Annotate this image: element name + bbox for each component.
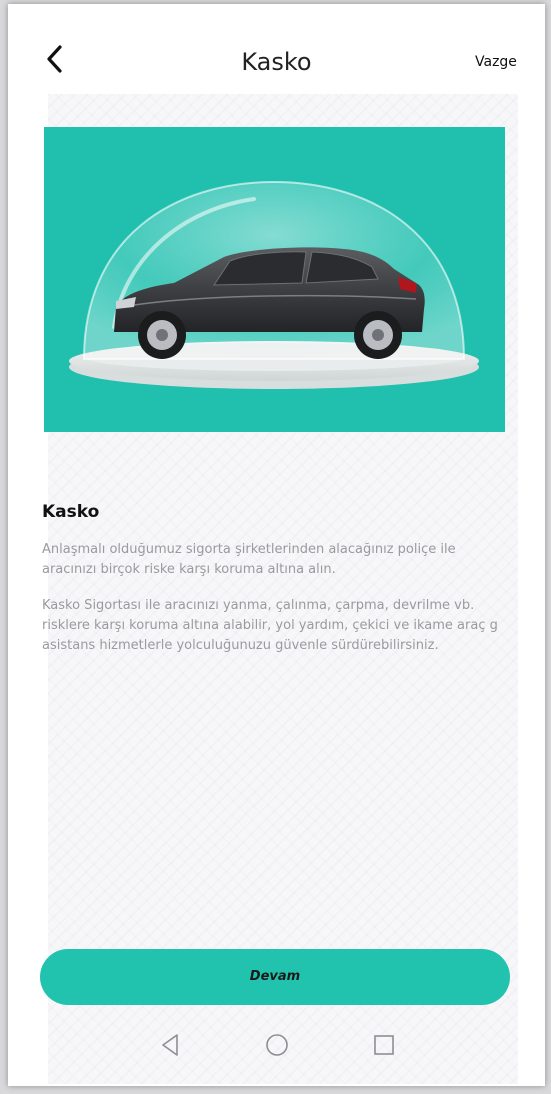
system-navigation-bar	[0, 1018, 537, 1068]
description-line: asistans hizmetlerle yolculuğunuzu güven…	[42, 638, 439, 653]
description-line: risklere karşı koruma altına alabilir, y…	[42, 618, 498, 633]
description-line: Kasko Sigortası ile aracınızı yanma, çal…	[42, 598, 475, 613]
continue-button[interactable]: Devam	[40, 949, 510, 1005]
nav-back-button[interactable]	[155, 1030, 185, 1060]
product-title: Kasko	[42, 502, 100, 522]
home-circle-icon	[266, 1034, 288, 1056]
description-line: Anlaşmalı olduğumuz sigorta şirketlerind…	[42, 542, 456, 557]
nav-recents-button[interactable]	[369, 1030, 399, 1060]
device-frame: Kasko Vazge Kasko Anlaşmalı olduğumuz si…	[0, 0, 551, 1094]
product-description-2: Kasko Sigortası ile aracınızı yanma, çal…	[42, 596, 532, 656]
cancel-button[interactable]: Vazge	[475, 54, 517, 70]
product-description-1: Anlaşmalı olduğumuz sigorta şirketlerind…	[42, 540, 532, 580]
back-triangle-icon	[162, 1034, 178, 1056]
top-bar: Kasko Vazge	[8, 4, 545, 94]
hero-image	[44, 127, 505, 432]
recents-square-icon	[374, 1035, 394, 1055]
nav-home-button[interactable]	[262, 1030, 292, 1060]
page-title: Kasko	[241, 48, 312, 76]
description-line: aracınızı birçok riske karşı koruma altı…	[42, 562, 336, 577]
car-under-dome-image	[69, 180, 479, 389]
